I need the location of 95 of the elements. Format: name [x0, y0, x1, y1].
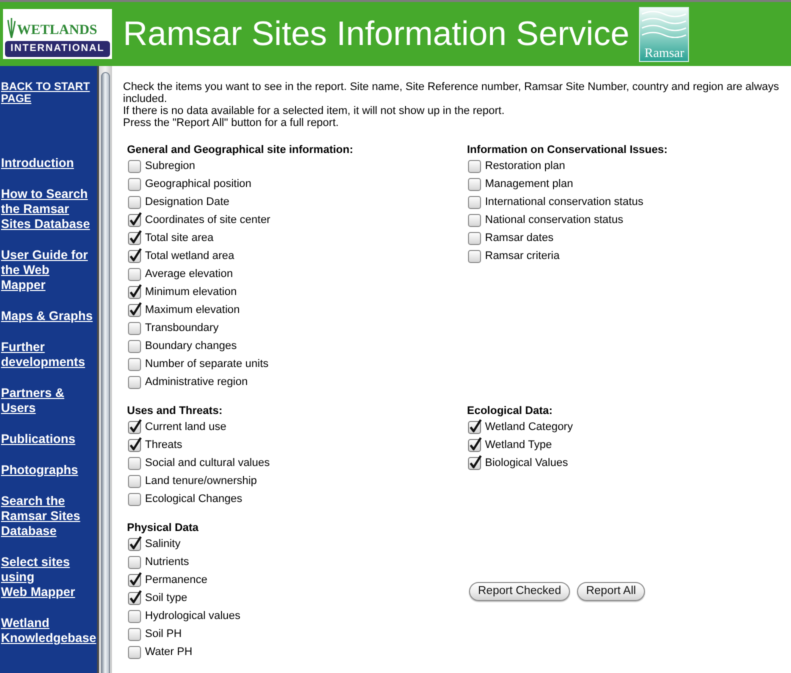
checkbox-label: Ramsar criteria: [485, 250, 560, 262]
checkbox[interactable]: [128, 160, 141, 172]
report-button[interactable]: Report Checked: [469, 582, 570, 601]
checkbox-label: Wetland Category: [485, 420, 573, 434]
checkbox[interactable]: [128, 284, 142, 298]
checkbox[interactable]: [128, 196, 141, 208]
checkbox-label: Maximum elevation: [145, 304, 240, 316]
checkbox-label: Number of separate units: [145, 358, 269, 370]
checkbox[interactable]: [128, 492, 141, 506]
checkbox-label: Coordinates of site center: [145, 214, 270, 226]
section-heading: Physical Data: [127, 522, 199, 535]
checkbox-label: Water PH: [145, 646, 192, 658]
nav-link[interactable]: BACK TO START PAGE: [1, 81, 90, 105]
section-heading: Uses and Threats:: [127, 405, 222, 418]
checkbox-label: Wetland Type: [485, 438, 552, 452]
nav-link[interactable]: Maps & Graphs: [1, 309, 93, 324]
checkbox[interactable]: [128, 610, 141, 622]
checkbox-label: National conservation status: [485, 214, 624, 226]
checkbox[interactable]: [128, 248, 142, 262]
checkbox-label: Biological Values: [485, 456, 568, 470]
scrollbar-thumb[interactable]: [101, 72, 110, 673]
checkbox[interactable]: [468, 214, 481, 226]
checkbox-label: Ecological Changes: [145, 492, 242, 506]
nav-link[interactable]: Select sites using Web Mapper: [1, 555, 76, 600]
nav-link[interactable]: Wetland Knowledgebase: [1, 616, 96, 646]
checkbox[interactable]: [468, 196, 481, 208]
checkbox[interactable]: [128, 358, 141, 370]
checkbox-label: Current land use: [145, 420, 226, 434]
nav-link[interactable]: Publications: [1, 432, 76, 447]
checkbox[interactable]: [128, 628, 141, 640]
checkbox-label: Threats: [145, 438, 182, 452]
checkbox[interactable]: [128, 268, 141, 280]
checkbox-label: Ramsar dates: [485, 232, 554, 244]
checkbox[interactable]: [128, 646, 141, 658]
logo-text: Ramsar: [644, 46, 684, 60]
reed-icon: [7, 16, 16, 38]
checkbox[interactable]: [128, 230, 142, 244]
checkbox-label: Social and cultural values: [145, 456, 270, 470]
checkbox[interactable]: [128, 212, 142, 226]
checkbox-label: Total wetland area: [145, 250, 234, 262]
checkbox-label: Boundary changes: [145, 340, 237, 352]
nav-link[interactable]: User Guide for the Web Mapper: [1, 248, 88, 293]
page-title: Ramsar Sites Information Service: [123, 15, 630, 53]
checkbox-label: Subregion: [145, 160, 196, 172]
nav-link[interactable]: How to Search the Ramsar Sites Database: [1, 187, 90, 232]
checkbox[interactable]: [128, 474, 141, 488]
nav-link[interactable]: Search the Ramsar Sites Database: [1, 494, 80, 539]
scrollbar-track[interactable]: [97, 66, 112, 673]
checkbox[interactable]: [468, 160, 481, 172]
checkbox-label: Restoration plan: [485, 160, 566, 172]
checkbox-label: Land tenure/ownership: [145, 474, 257, 488]
checkbox[interactable]: [468, 418, 482, 434]
section-heading: General and Geographical site information:: [127, 144, 354, 157]
checkbox-label: Salinity: [145, 538, 180, 550]
checkbox-label: Permanence: [145, 574, 208, 586]
logo-subtitle: INTERNATIONAL: [5, 41, 110, 57]
nav-link[interactable]: Partners & Users: [1, 386, 64, 416]
nav-link[interactable]: Further developments: [1, 340, 86, 370]
checkbox[interactable]: [128, 340, 141, 352]
checkbox-label: Soil type: [145, 592, 188, 604]
checkbox[interactable]: [128, 376, 141, 388]
checkbox[interactable]: [128, 556, 141, 568]
checkbox[interactable]: [468, 436, 482, 452]
checkbox[interactable]: [468, 250, 481, 262]
checkbox[interactable]: [128, 572, 142, 586]
checkbox-label: Soil PH: [145, 628, 182, 640]
nav-link[interactable]: Introduction: [1, 156, 74, 171]
checkbox-label: Nutrients: [145, 556, 190, 568]
checkbox-label: Minimum elevation: [145, 286, 237, 298]
logo-text: WETLANDS: [17, 23, 98, 38]
checkbox[interactable]: [128, 178, 141, 190]
checkbox-label: Transboundary: [145, 322, 219, 334]
nav-link[interactable]: Photographs: [1, 463, 78, 478]
checkbox[interactable]: [128, 456, 141, 470]
checkbox[interactable]: [128, 536, 142, 550]
checkbox[interactable]: [468, 178, 481, 190]
checkbox-label: Designation Date: [145, 196, 230, 208]
checkbox-label: Administrative region: [145, 376, 248, 388]
checkbox[interactable]: [468, 454, 482, 470]
section-heading: Information on Conservational Issues:: [467, 144, 668, 157]
section-heading: Ecological Data:: [467, 405, 553, 418]
checkbox-label: Management plan: [485, 178, 574, 190]
checkbox[interactable]: [468, 232, 481, 244]
checkbox[interactable]: [128, 418, 142, 434]
checkbox[interactable]: [128, 322, 141, 334]
checkbox-label: Geographical position: [145, 178, 252, 190]
checkbox[interactable]: [128, 436, 142, 452]
checkbox[interactable]: [128, 302, 142, 316]
checkbox[interactable]: [128, 590, 142, 604]
checkbox-label: Hydrological values: [145, 610, 240, 622]
report-button[interactable]: Report All: [577, 582, 645, 601]
checkbox-label: Total site area: [145, 232, 214, 244]
checkbox-label: International conservation status: [485, 196, 644, 208]
checkbox-label: Average elevation: [145, 268, 233, 280]
intro-text: Check the items you want to see in the report. Site name, Site Reference number, Ramsar Site Number, country and region are always included. If there is no data available for a selected item, it will not show up in the report. Press the "Report All" button for a full report.: [123, 81, 780, 129]
